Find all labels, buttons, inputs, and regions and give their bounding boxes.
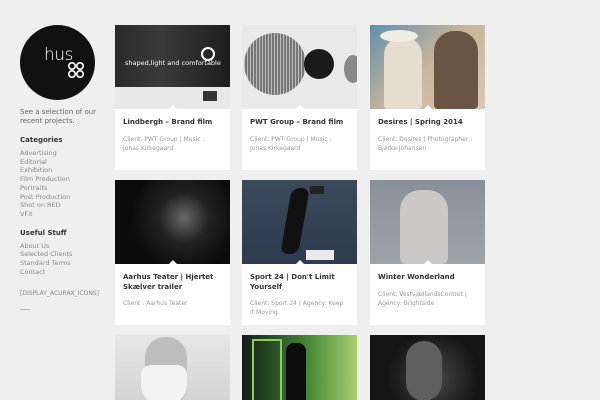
project-client: Client: PWT Group | Music : Jonas Kirkeg… bbox=[250, 135, 332, 152]
project-client: Client: PWT Group | Music : Jonas Kirkeg… bbox=[123, 135, 205, 152]
photo-figure bbox=[141, 365, 187, 400]
useful-link[interactable]: Selected Clients bbox=[20, 250, 100, 259]
project-card[interactable] bbox=[115, 335, 230, 400]
project-card[interactable]: shaped,light and comfortable Lindbergh –… bbox=[115, 25, 230, 170]
logo[interactable]: hus bbox=[20, 25, 95, 100]
category-link[interactable]: Post Production bbox=[20, 193, 100, 202]
categories-heading: Categories bbox=[20, 136, 63, 144]
project-thumbnail[interactable] bbox=[242, 335, 357, 400]
photo-figure bbox=[286, 343, 306, 400]
project-card[interactable]: Sport 24 | Don't Limit Yourself Client: … bbox=[242, 180, 357, 325]
project-card[interactable]: Winter Wonderland Client: VestsjællandsC… bbox=[370, 180, 485, 325]
thumbnail-caption: shaped,light and comfortable bbox=[125, 59, 221, 67]
category-link[interactable]: Shot on RED bbox=[20, 201, 100, 210]
logo-mark-icon bbox=[67, 61, 85, 79]
circle-graphic bbox=[244, 33, 306, 95]
circle-graphic bbox=[344, 55, 357, 83]
project-thumbnail[interactable] bbox=[242, 180, 357, 264]
category-link[interactable]: Advertising bbox=[20, 149, 100, 158]
project-thumbnail[interactable] bbox=[242, 25, 357, 109]
project-title[interactable]: Sport 24 | Don't Limit Yourself bbox=[242, 264, 357, 292]
category-link[interactable]: Editorial bbox=[20, 158, 100, 167]
project-client: Client: VestsjællandsCentret | Agency: B… bbox=[378, 290, 467, 307]
intro-text: See a selection of our recent projects. bbox=[20, 108, 97, 125]
project-card[interactable]: Aarhus Teater | Hjertet Skælver trailer … bbox=[115, 180, 230, 325]
useful-stuff-heading: Useful Stuff bbox=[20, 228, 67, 237]
sidebar: hus See a selection of our recent projec… bbox=[20, 25, 100, 311]
category-link[interactable]: Film Production bbox=[20, 175, 100, 184]
sign-graphic bbox=[310, 186, 324, 194]
category-link[interactable]: VFX bbox=[20, 210, 100, 219]
project-thumbnail[interactable] bbox=[115, 335, 230, 400]
project-card[interactable] bbox=[242, 335, 357, 400]
project-title[interactable]: Lindbergh – Brand film bbox=[115, 109, 230, 128]
circle-graphic bbox=[304, 49, 334, 79]
project-title[interactable]: Winter Wonderland bbox=[370, 264, 485, 283]
project-client: Client: Desires | Photographer : Bjarke … bbox=[378, 135, 473, 152]
useful-link[interactable]: Contact bbox=[20, 268, 100, 277]
photo-figure bbox=[384, 37, 422, 109]
project-title[interactable]: Desires | Spring 2014 bbox=[370, 109, 485, 128]
sign-graphic bbox=[306, 250, 334, 260]
useful-link[interactable]: About Us bbox=[20, 242, 100, 251]
photo-figure bbox=[380, 30, 418, 42]
category-link[interactable]: Exhibition bbox=[20, 166, 100, 175]
photo-figure bbox=[434, 31, 478, 109]
project-card[interactable]: PWT Group – Brand film Client: PWT Group… bbox=[242, 25, 357, 170]
useful-link[interactable]: Standard Terms bbox=[20, 259, 100, 268]
categories-list: Advertising Editorial Exhibition Film Pr… bbox=[20, 149, 100, 219]
photo-figure bbox=[252, 339, 282, 400]
project-thumbnail[interactable]: shaped,light and comfortable bbox=[115, 25, 230, 109]
project-thumbnail[interactable] bbox=[115, 180, 230, 264]
project-title[interactable]: PWT Group – Brand film bbox=[242, 109, 357, 128]
project-client: Client : Aarhus Teater bbox=[123, 300, 188, 307]
project-client: Client: Sport 24 | Agency: Keep It Movin… bbox=[250, 300, 344, 316]
divider bbox=[20, 309, 30, 311]
category-link[interactable]: Portraits bbox=[20, 184, 100, 193]
useful-stuff-list: About Us Selected Clients Standard Terms… bbox=[20, 242, 100, 277]
photo-figure bbox=[400, 190, 448, 264]
project-thumbnail[interactable] bbox=[370, 25, 485, 109]
project-card[interactable] bbox=[370, 335, 485, 400]
social-icons-shortcode: [DISPLAY_ACURAX_ICONS] bbox=[20, 290, 99, 298]
photo-figure bbox=[406, 341, 442, 400]
project-title[interactable]: Aarhus Teater | Hjertet Skælver trailer bbox=[115, 264, 230, 292]
project-grid: shaped,light and comfortable Lindbergh –… bbox=[115, 25, 485, 400]
photo-figure bbox=[280, 188, 310, 254]
project-thumbnail[interactable] bbox=[370, 335, 485, 400]
project-thumbnail[interactable] bbox=[370, 180, 485, 264]
logo-block bbox=[203, 91, 217, 101]
project-card[interactable]: Desires | Spring 2014 Client: Desires | … bbox=[370, 25, 485, 170]
